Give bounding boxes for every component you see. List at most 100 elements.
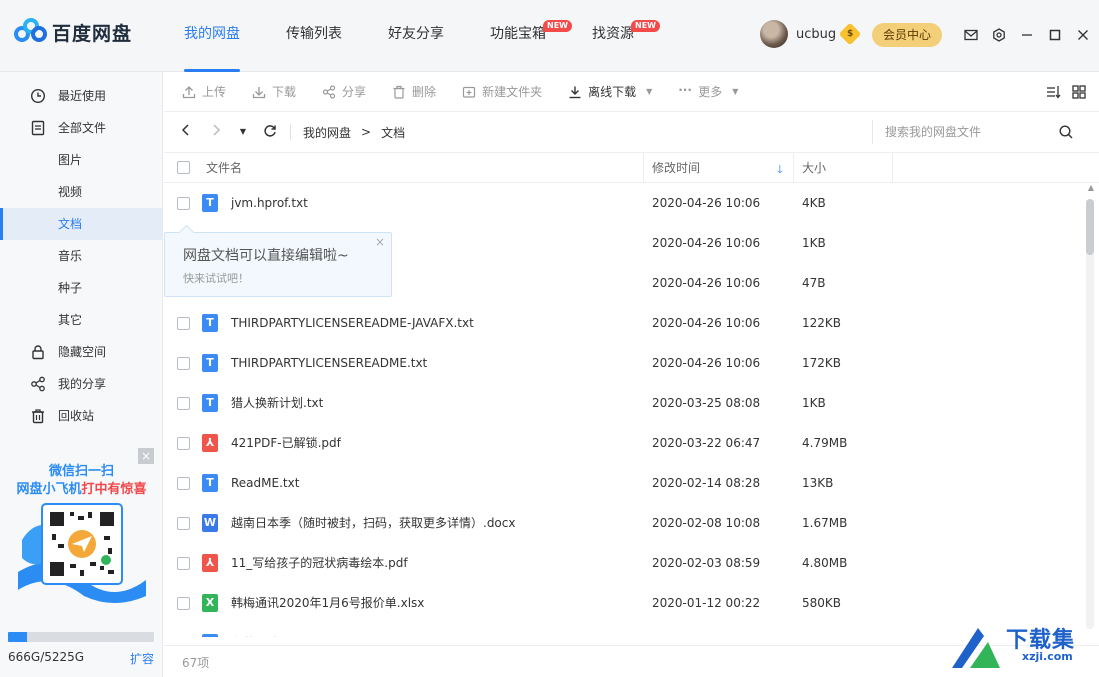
column-header-modified[interactable]: 修改时间: [652, 153, 700, 183]
column-divider: [643, 153, 644, 183]
row-checkbox[interactable]: [177, 597, 190, 610]
tab-toolbox[interactable]: 功能宝箱 NEW: [474, 0, 572, 72]
sidebar-item-recycle-bin[interactable]: 回收站: [0, 400, 162, 432]
share-button[interactable]: 分享: [322, 83, 366, 100]
select-all-checkbox[interactable]: [177, 161, 190, 174]
file-size: 47B: [802, 276, 826, 290]
table-row[interactable]: T 安装必读.txt 2020-01-04 13:21 2KB: [164, 623, 1084, 637]
delete-button[interactable]: 删除: [392, 83, 436, 100]
sidebar-item-others[interactable]: 其它: [0, 304, 162, 336]
scroll-track[interactable]: [1086, 199, 1094, 629]
column-header-size[interactable]: 大小: [802, 153, 826, 183]
tab-label: 找资源: [592, 26, 634, 42]
table-row[interactable]: T ReadME.txt 2020-02-14 08:28 13KB: [164, 463, 1084, 503]
share-icon: [31, 376, 45, 392]
tab-find-resources[interactable]: 找资源 NEW: [576, 0, 660, 72]
table-row[interactable]: T THIRDPARTYLICENSEREADME-JAVAFX.txt 2020-…: [164, 303, 1084, 343]
sidebar-item-hidden-space[interactable]: 隐藏空间: [0, 336, 162, 368]
sidebar-item-label: 种子: [58, 281, 83, 295]
download-button[interactable]: 下载: [252, 83, 296, 100]
grid-view-icon[interactable]: [1071, 84, 1087, 100]
upload-button[interactable]: 上传: [182, 83, 226, 100]
close-icon[interactable]: [1075, 27, 1091, 43]
txt-file-icon: T: [202, 314, 218, 332]
sort-icon[interactable]: [1045, 84, 1061, 100]
tab-friend-share[interactable]: 好友分享: [372, 0, 460, 72]
minimize-icon[interactable]: [1019, 27, 1035, 43]
new-folder-button[interactable]: 新建文件夹: [462, 83, 542, 100]
sidebar-item-label: 隐藏空间: [58, 345, 107, 359]
sidebar-item-images[interactable]: 图片: [0, 144, 162, 176]
sidebar-item-label: 最近使用: [58, 89, 107, 103]
file-name[interactable]: 421PDF-已解锁.pdf: [231, 423, 341, 463]
tooltip-close-button[interactable]: ×: [375, 235, 385, 249]
search-input[interactable]: [885, 122, 1055, 142]
row-checkbox[interactable]: [177, 197, 190, 210]
more-button[interactable]: ··· 更多 ▼: [678, 83, 738, 100]
row-checkbox[interactable]: [177, 517, 190, 530]
file-name[interactable]: 韩梅通讯2020年1月6号报价单.xlsx: [231, 583, 424, 623]
scroll-thumb[interactable]: [1086, 199, 1094, 255]
column-header-name[interactable]: 文件名: [206, 153, 242, 183]
row-checkbox[interactable]: [177, 477, 190, 490]
sidebar-item-music[interactable]: 音乐: [0, 240, 162, 272]
maximize-icon[interactable]: [1047, 27, 1063, 43]
expand-storage-link[interactable]: 扩容: [130, 650, 154, 667]
table-row[interactable]: Tjvm.hprof.txt 2020-04-26 10:06 4KB: [164, 183, 1084, 223]
refresh-icon[interactable]: [262, 124, 278, 140]
sidebar-item-documents[interactable]: 文档: [0, 208, 162, 240]
row-checkbox[interactable]: [177, 397, 190, 410]
wechat-promo[interactable]: × 微信扫一扫 网盘小飞机打中有惊喜: [0, 444, 163, 614]
search-icon[interactable]: [1058, 124, 1074, 140]
table-row[interactable]: ⅄ 11_写给孩子的冠状病毒绘本.pdf 2020-02-03 08:59 4.80M…: [164, 543, 1084, 583]
row-checkbox[interactable]: [177, 357, 190, 370]
sidebar-item-torrents[interactable]: 种子: [0, 272, 162, 304]
breadcrumb-my-disk[interactable]: 我的网盘: [303, 124, 351, 141]
file-name[interactable]: 越南日本季（随时被封，扫码，获取更多详情）.docx: [231, 503, 515, 543]
caret-down-icon[interactable]: ▼: [732, 87, 738, 96]
qr-code-airplane-icon[interactable]: [14, 500, 150, 604]
sidebar-item-all-files[interactable]: 全部文件: [0, 112, 162, 144]
vertical-scrollbar[interactable]: ▲: [1084, 183, 1099, 637]
settings-icon[interactable]: [991, 27, 1007, 43]
sidebar-item-my-shares[interactable]: 我的分享: [0, 368, 162, 400]
file-name[interactable]: THIRDPARTYLICENSEREADME-JAVAFX.txt: [231, 303, 474, 343]
forward-arrow-icon[interactable]: [208, 124, 224, 140]
file-name[interactable]: THIRDPARTYLICENSEREADME.txt: [231, 343, 427, 383]
file-name[interactable]: 11_写给孩子的冠状病毒绘本.pdf: [231, 543, 408, 583]
tab-my-disk[interactable]: 我的网盘: [168, 0, 256, 72]
table-row[interactable]: W 越南日本季（随时被封，扫码，获取更多详情）.docx 2020-02-08 10…: [164, 503, 1084, 543]
vip-level-icon[interactable]: $: [838, 22, 862, 46]
share-icon: [322, 84, 336, 99]
sort-desc-arrow-icon[interactable]: 🡓: [777, 161, 783, 180]
history-dropdown-icon[interactable]: ▼: [238, 124, 248, 140]
row-checkbox[interactable]: [177, 437, 190, 450]
caret-down-icon[interactable]: ▼: [646, 87, 652, 96]
file-name[interactable]: 猎人换新计划.txt: [231, 383, 323, 423]
window-controls: [963, 27, 1099, 43]
tab-transfer-list[interactable]: 传输列表: [270, 0, 358, 72]
mail-icon[interactable]: [963, 27, 979, 43]
sidebar-item-videos[interactable]: 视频: [0, 176, 162, 208]
file-name[interactable]: jvm.hprof.txt: [231, 183, 308, 223]
tooltip-subtitle: 快来试试吧！: [183, 272, 249, 285]
file-name[interactable]: ReadME.txt: [231, 463, 299, 503]
avatar[interactable]: [760, 20, 788, 48]
user-profile[interactable]: ucbug $: [760, 20, 862, 48]
back-arrow-icon[interactable]: [178, 124, 194, 140]
vip-center-button[interactable]: 会员中心: [872, 23, 942, 47]
file-name[interactable]: 安装必读.txt: [231, 623, 299, 637]
sidebar-item-recent[interactable]: 最近使用: [0, 80, 162, 112]
scroll-up-arrow-icon[interactable]: ▲: [1085, 183, 1097, 195]
row-checkbox[interactable]: [177, 557, 190, 570]
breadcrumb-documents[interactable]: 文档: [381, 124, 405, 141]
app-logo[interactable]: 百度网盘: [14, 18, 132, 46]
offline-download-button[interactable]: 离线下载 ▼: [568, 83, 652, 100]
table-row[interactable]: T THIRDPARTYLICENSEREADME.txt 2020-04-26 1…: [164, 343, 1084, 383]
table-row[interactable]: T 猎人换新计划.txt 2020-03-25 08:08 1KB: [164, 383, 1084, 423]
table-row[interactable]: X 韩梅通讯2020年1月6号报价单.xlsx 2020-01-12 00:22 58…: [164, 583, 1084, 623]
file-size: 4KB: [802, 196, 826, 210]
more-dots-icon: ···: [678, 82, 692, 97]
table-row[interactable]: ⅄ 421PDF-已解锁.pdf 2020-03-22 06:47 4.79MB: [164, 423, 1084, 463]
row-checkbox[interactable]: [177, 317, 190, 330]
